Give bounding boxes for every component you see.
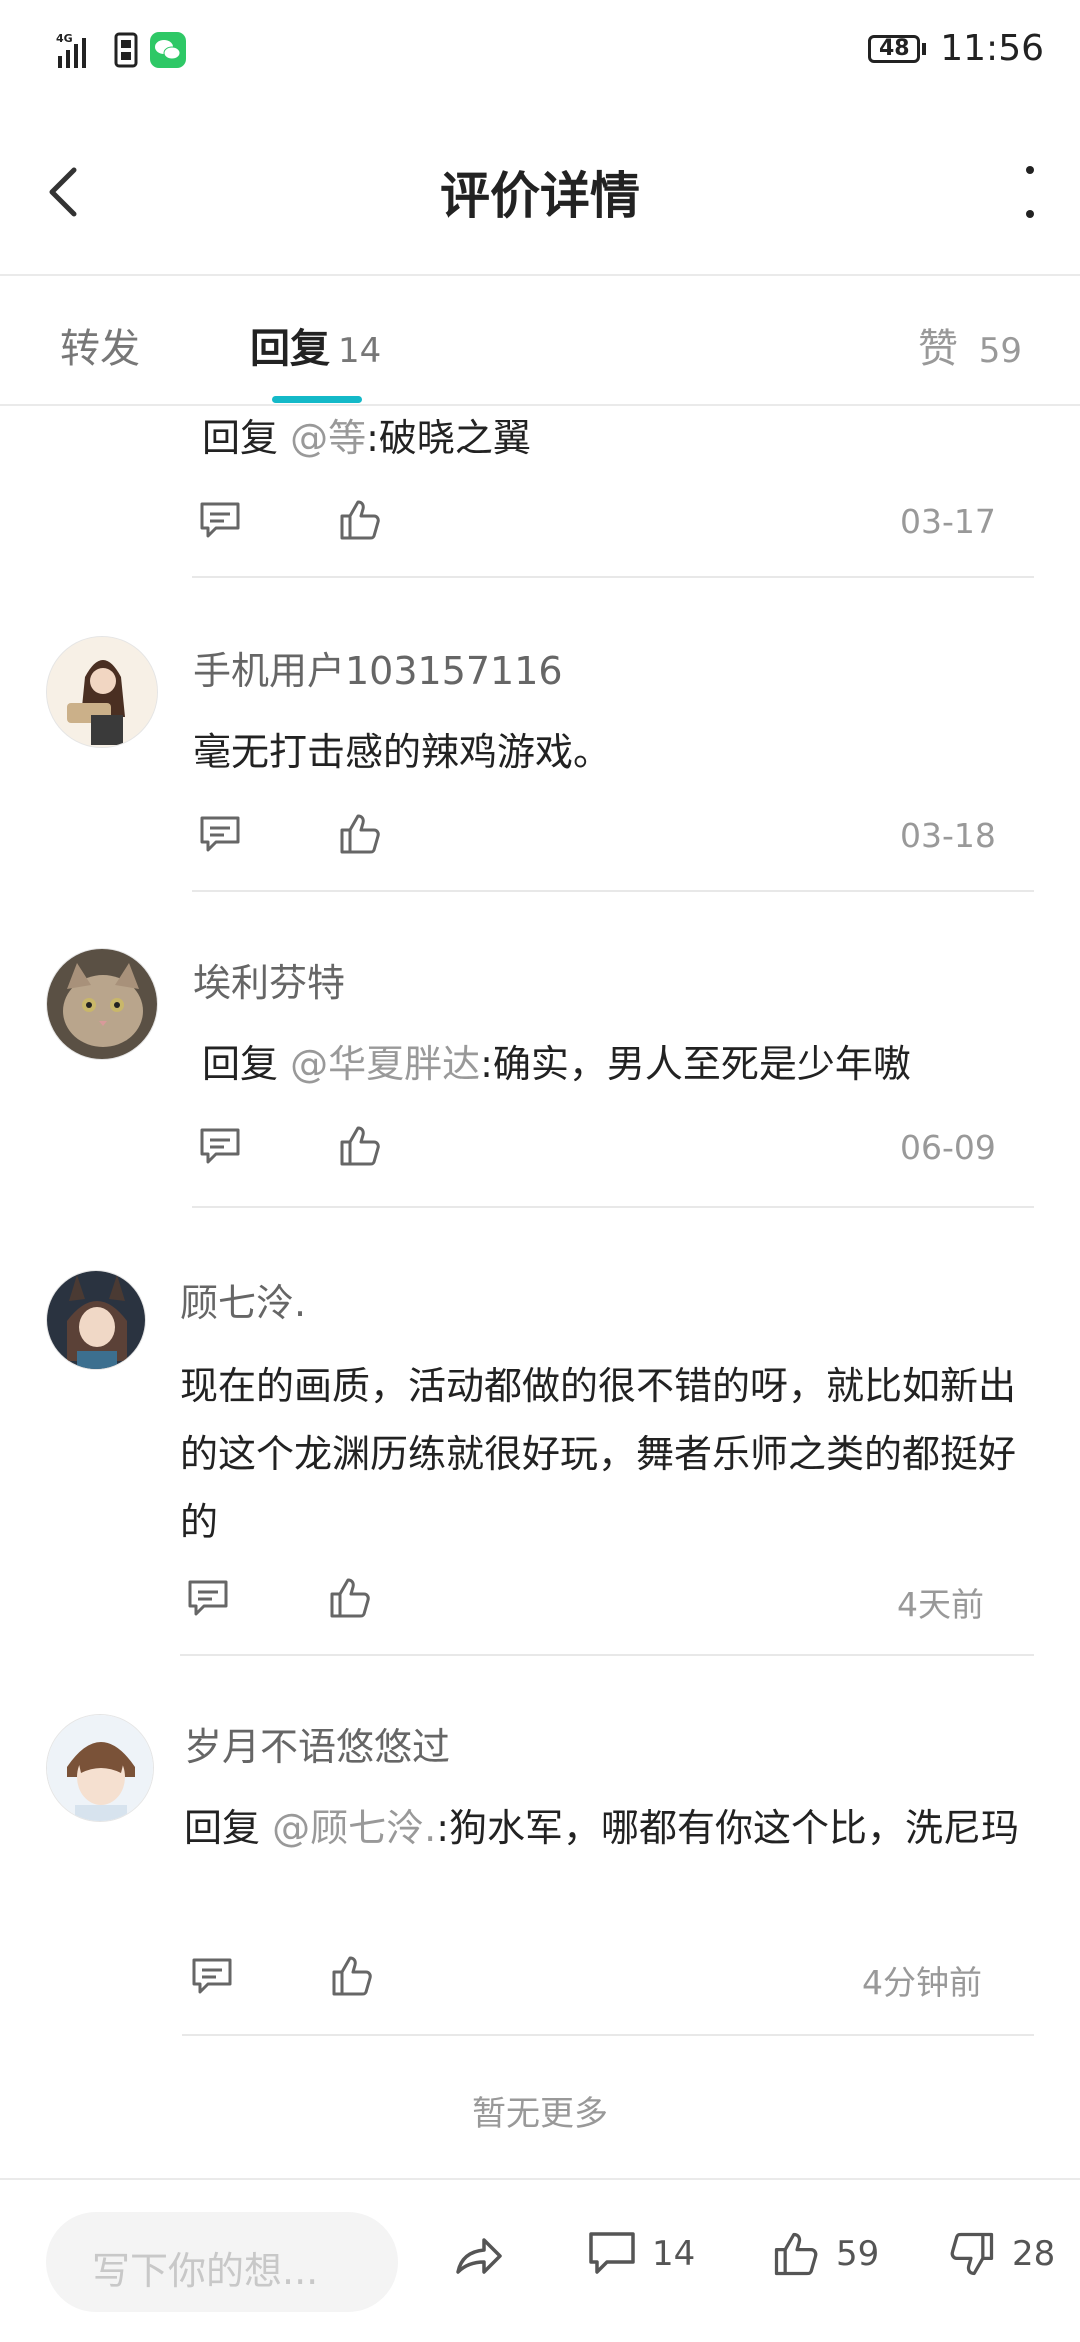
comment-date: 03-18 bbox=[900, 816, 996, 855]
username[interactable]: 顾七泠. bbox=[180, 1272, 306, 1327]
divider bbox=[192, 890, 1034, 892]
username[interactable]: 手机用户103157116 bbox=[193, 640, 563, 695]
like-count: 59 bbox=[836, 2234, 880, 2274]
username[interactable]: 埃利芬特 bbox=[193, 952, 345, 1007]
tab-likes-label: 赞 bbox=[918, 326, 959, 372]
reply-icon[interactable] bbox=[184, 1574, 232, 1622]
battery-icon: 48 bbox=[868, 34, 921, 63]
comment-input[interactable]: 写下你的想... bbox=[46, 2212, 398, 2312]
end-of-list-text: 暂无更多 bbox=[472, 2094, 608, 2134]
thumbs-up-icon[interactable] bbox=[336, 1122, 384, 1170]
comment-text: 回复 @顾七泠.:狗水军，哪都有你这个比，洗尼玛 bbox=[184, 1806, 1019, 1850]
tab-bar: 转发 回复 14 赞 59 bbox=[0, 276, 1080, 406]
tab-likes[interactable]: 赞 59 bbox=[918, 316, 1022, 374]
reply-icon[interactable] bbox=[188, 1952, 236, 2000]
thumbs-up-icon[interactable] bbox=[326, 1574, 374, 1622]
reply-icon[interactable] bbox=[196, 1122, 244, 1170]
thumbs-up-icon[interactable] bbox=[328, 1952, 376, 2000]
comment-text: 回复 @华夏胖达:确实，男人至死是少年嗷 bbox=[202, 1042, 911, 1086]
divider bbox=[182, 2034, 1034, 2036]
avatar[interactable] bbox=[46, 948, 158, 1060]
tab-likes-count: 59 bbox=[978, 331, 1022, 371]
tab-reply-label: 回复 bbox=[250, 326, 330, 372]
thumbs-up-icon[interactable] bbox=[336, 496, 384, 544]
avatar[interactable] bbox=[46, 1714, 154, 1822]
mention-link[interactable]: @华夏胖达 bbox=[290, 1042, 480, 1086]
mention-link[interactable]: @顾七泠. bbox=[272, 1806, 436, 1850]
divider bbox=[192, 1206, 1034, 1208]
thumbs-up-icon[interactable] bbox=[336, 810, 384, 858]
clock: 11:56 bbox=[940, 28, 1044, 69]
avatar-image bbox=[47, 949, 157, 1059]
like-button[interactable]: 59 bbox=[770, 2228, 879, 2280]
comment-actions bbox=[196, 496, 996, 556]
divider bbox=[192, 576, 1034, 578]
username[interactable]: 岁月不语悠悠过 bbox=[184, 1716, 450, 1771]
comment-count: 14 bbox=[652, 2234, 696, 2274]
comment-icon bbox=[589, 2232, 635, 2274]
more-dot-icon bbox=[1026, 166, 1034, 174]
comment-text: 回复 @等:破晓之翼 bbox=[202, 416, 531, 460]
wechat-icon bbox=[150, 32, 186, 68]
active-tab-indicator bbox=[272, 396, 362, 403]
comment-text: 毫无打击感的辣鸡游戏。 bbox=[193, 730, 612, 774]
share-button[interactable] bbox=[450, 2228, 506, 2284]
thumbs-up-icon bbox=[774, 2232, 818, 2276]
svg-text:4G: 4G bbox=[56, 32, 73, 45]
mention-link[interactable]: @等 bbox=[290, 416, 366, 460]
tab-reply-count: 14 bbox=[338, 331, 382, 371]
comment-actions bbox=[196, 1122, 996, 1182]
comment-button[interactable]: 14 bbox=[586, 2228, 695, 2280]
avatar[interactable] bbox=[46, 636, 158, 748]
comment-date: 4分钟前 bbox=[862, 1963, 982, 2002]
app-header: 评价详情 bbox=[0, 110, 1080, 276]
more-options-button[interactable] bbox=[1010, 166, 1050, 218]
signal-icon: 4G bbox=[56, 32, 86, 68]
comment-date: 4天前 bbox=[897, 1585, 984, 1624]
sim-icon bbox=[114, 32, 138, 68]
bottom-action-bar: 写下你的想... 14 59 28 bbox=[0, 2178, 1080, 2342]
dislike-button[interactable]: 28 bbox=[946, 2228, 1055, 2280]
avatar-image bbox=[47, 1271, 145, 1369]
tab-reply[interactable]: 回复 14 bbox=[250, 316, 381, 374]
tab-forward[interactable]: 转发 bbox=[60, 316, 140, 374]
status-bar: 4G 48 11:56 bbox=[0, 0, 1080, 110]
comment-input-placeholder: 写下你的想... bbox=[92, 2249, 319, 2293]
comment-text: 现在的画质，活动都做的很不错的呀，就比如新出的这个龙渊历练就很好玩，舞者乐师之类… bbox=[180, 1364, 1017, 1544]
thumbs-down-icon bbox=[950, 2232, 994, 2276]
comment-actions bbox=[196, 810, 996, 870]
comment-actions bbox=[184, 1574, 984, 1634]
reply-icon[interactable] bbox=[196, 496, 244, 544]
avatar-image bbox=[47, 1715, 153, 1821]
more-dot-icon bbox=[1026, 210, 1034, 218]
comment-date: 06-09 bbox=[900, 1128, 996, 1167]
divider bbox=[180, 1654, 1034, 1656]
avatar-image bbox=[47, 637, 157, 747]
page-title: 评价详情 bbox=[440, 167, 640, 225]
share-icon bbox=[456, 2238, 502, 2274]
comment-date: 03-17 bbox=[900, 502, 996, 541]
dislike-count: 28 bbox=[1012, 2234, 1056, 2274]
reply-icon[interactable] bbox=[196, 810, 244, 858]
avatar[interactable] bbox=[46, 1270, 146, 1370]
